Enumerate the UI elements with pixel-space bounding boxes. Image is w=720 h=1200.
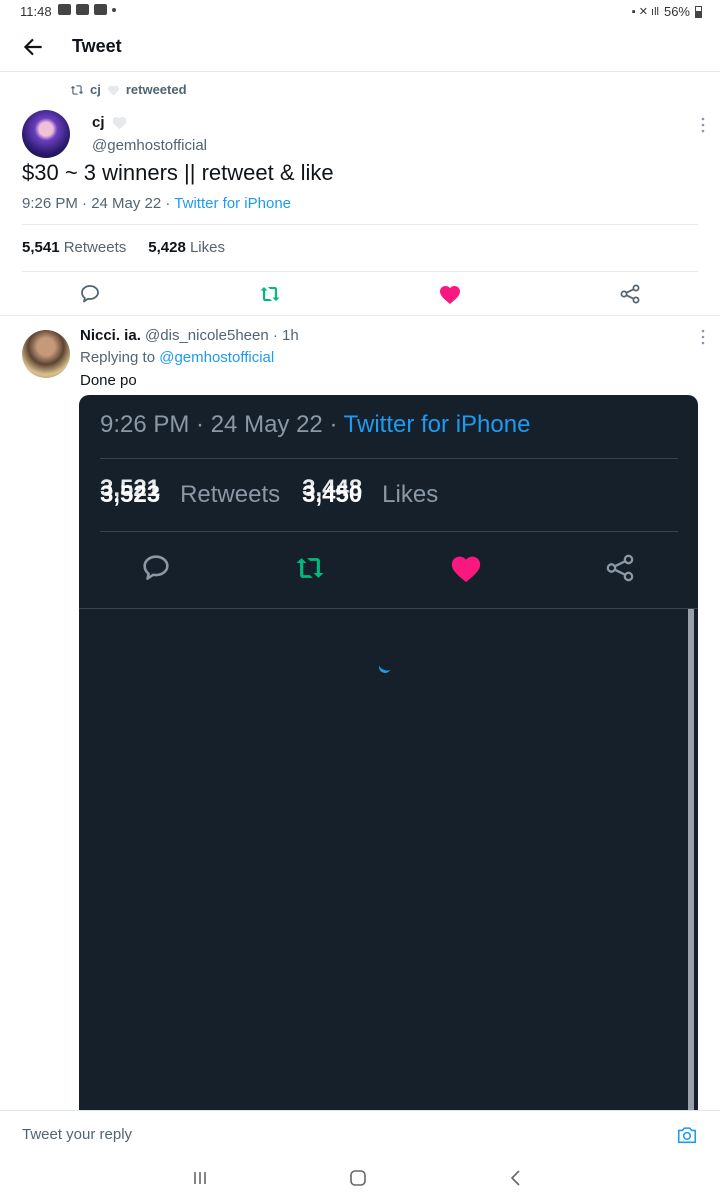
retweets-stat[interactable]: 5,541 Retweets xyxy=(22,239,126,256)
reply-header[interactable]: Nicci. ia. @dis_nicole5heen · 1h xyxy=(80,327,299,344)
media-likes-count-overlay: 3,448 xyxy=(302,475,363,502)
back-nav-icon[interactable] xyxy=(506,1168,526,1188)
system-icons: ▪ ✕ ıll 56% xyxy=(632,4,702,19)
media-stats: 3,521 3,523 Retweets 3,448 3,450 Likes xyxy=(100,475,439,509)
youtube-icon xyxy=(94,4,107,15)
loading-spinner-icon xyxy=(377,659,393,675)
media-likes-label: Likes xyxy=(382,481,439,508)
retweeted-label: retweeted xyxy=(125,82,187,97)
retweet-small-icon xyxy=(70,84,84,95)
media-retweets-count: 3,521 3,523 xyxy=(100,475,160,509)
more-notifications-icon xyxy=(112,7,116,12)
more-options-icon[interactable] xyxy=(700,116,706,134)
media-divider xyxy=(100,531,678,532)
media-divider xyxy=(79,608,698,609)
tweet-timestamp: 9:26 PM · 24 May 22 · xyxy=(22,195,175,212)
media-likes-count: 3,448 3,450 xyxy=(302,475,362,509)
media-source: Twitter for iPhone xyxy=(343,411,531,438)
media-like-icon xyxy=(451,556,481,583)
author-name: cj xyxy=(92,114,105,131)
battery-percent: 56% xyxy=(663,4,690,19)
media-scrollbar xyxy=(688,609,694,1111)
tweet-stats: 5,541 Retweets 5,428 Likes xyxy=(22,239,225,256)
media-retweets-count-overlay: 3,521 xyxy=(100,475,161,502)
replying-label: Replying to xyxy=(80,349,156,366)
reply-handle-time: @dis_nicole5heen · 1h xyxy=(145,327,299,344)
retweets-label: Retweets xyxy=(63,239,127,256)
divider xyxy=(22,271,698,272)
more-options-icon[interactable] xyxy=(700,328,706,346)
status-bar: 11:48 ▪ ✕ ıll 56% xyxy=(0,0,720,24)
media-retweets-label: Retweets xyxy=(180,481,281,508)
likes-label: Likes xyxy=(189,239,225,256)
media-tweet-meta: 9:26 PM · 24 May 22 · Twitter for iPhone xyxy=(100,411,530,439)
likes-stat[interactable]: 5,428 Likes xyxy=(148,239,225,256)
replying-to-mention[interactable]: @gemhostofficial xyxy=(159,349,274,366)
status-time: 11:48 xyxy=(20,4,52,19)
notification-icons xyxy=(58,4,116,15)
top-bar: Tweet xyxy=(0,24,720,72)
share-icon[interactable] xyxy=(618,282,642,306)
retweet-icon[interactable] xyxy=(258,282,282,306)
like-icon[interactable] xyxy=(438,282,462,306)
tweet-source-link[interactable]: Twitter for iPhone xyxy=(174,195,291,212)
reply-text: Done po xyxy=(80,372,137,389)
retweeted-by-line[interactable]: cj retweeted xyxy=(70,82,187,97)
media-share-icon xyxy=(606,554,634,582)
author-handle[interactable]: @gemhostofficial xyxy=(92,137,207,154)
home-icon[interactable] xyxy=(348,1168,368,1188)
tweet-meta: 9:26 PM · 24 May 22 · Twitter for iPhone xyxy=(22,195,291,212)
recent-apps-icon[interactable] xyxy=(190,1168,210,1188)
divider xyxy=(0,315,720,316)
media-reply-icon xyxy=(143,555,169,580)
author-name-row[interactable]: cj xyxy=(92,114,128,131)
battery-icon xyxy=(695,5,702,18)
replying-to-line: Replying to @gemhostofficial xyxy=(80,349,274,366)
media-retweet-icon xyxy=(296,558,324,578)
retweets-count: 5,541 xyxy=(22,239,60,256)
retweeter-name: cj xyxy=(90,82,101,97)
signal-icon: ▪ ✕ ıll xyxy=(631,6,659,18)
camera-icon[interactable] xyxy=(676,1124,698,1146)
author-avatar[interactable] xyxy=(22,110,70,158)
gallery-icon xyxy=(58,4,71,15)
back-arrow-icon[interactable] xyxy=(20,34,46,60)
reply-input-placeholder[interactable]: Tweet your reply xyxy=(22,1126,132,1143)
likes-count: 5,428 xyxy=(148,239,186,256)
reply-media-image[interactable]: 9:26 PM · 24 May 22 · Twitter for iPhone… xyxy=(79,395,698,1111)
white-heart-icon xyxy=(112,117,126,130)
divider xyxy=(22,224,698,225)
media-divider xyxy=(100,458,678,459)
reply-compose-bar[interactable]: Tweet your reply xyxy=(0,1110,720,1156)
reply-author-name: Nicci. ia. xyxy=(80,327,141,344)
tweet-text: $30 ~ 3 winners || retweet & like xyxy=(22,160,334,185)
page-title: Tweet xyxy=(72,36,122,56)
tweet-actions xyxy=(0,282,720,306)
media-actions xyxy=(79,551,698,587)
media-timestamp: 9:26 PM · 24 May 22 · xyxy=(100,411,344,438)
white-heart-icon xyxy=(107,85,119,95)
reply-author-avatar[interactable] xyxy=(22,330,70,378)
reply-icon[interactable] xyxy=(78,282,102,306)
facebook-icon xyxy=(76,4,89,15)
system-nav-bar xyxy=(0,1156,720,1200)
